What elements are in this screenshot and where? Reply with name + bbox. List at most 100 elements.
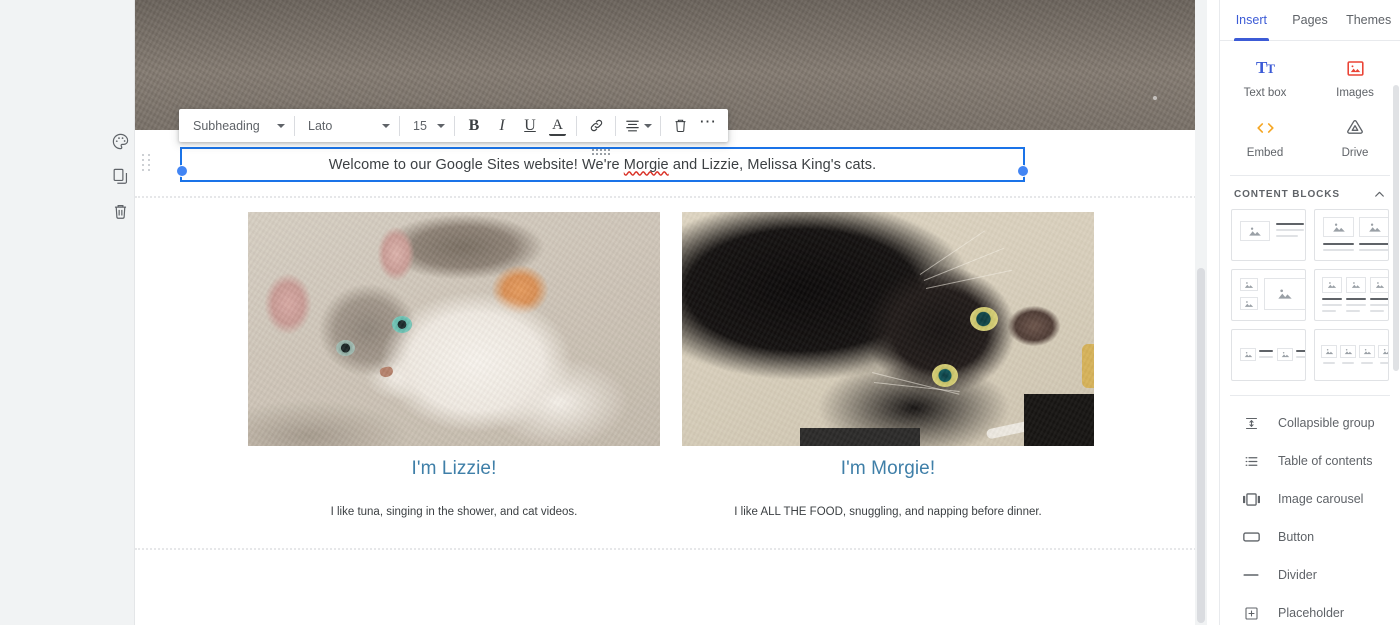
block-line: [1322, 298, 1342, 300]
insert-placeholder[interactable]: Placeholder: [1220, 594, 1400, 625]
left-gutter: [0, 0, 135, 625]
divider-icon: [1242, 572, 1260, 578]
insert-drive-button[interactable]: Drive: [1310, 113, 1400, 163]
block-line: [1322, 310, 1336, 312]
image-placeholder-icon: [1359, 217, 1388, 237]
italic-button[interactable]: I: [488, 112, 516, 140]
toolbar-divider: [294, 115, 295, 136]
banner-highlight: [1153, 96, 1157, 100]
tab-insert[interactable]: Insert: [1222, 0, 1281, 41]
quick-insert-label: Text box: [1243, 87, 1287, 99]
block-line: [1276, 235, 1298, 237]
panel-tabs: Insert Pages Themes: [1220, 0, 1400, 41]
image-placeholder-icon: [1378, 345, 1388, 358]
duplicate-icon[interactable]: [109, 165, 131, 187]
bold-button[interactable]: B: [460, 112, 488, 140]
block-line: [1359, 249, 1388, 251]
drive-icon: [1345, 117, 1365, 139]
canvas-scrollbar-track[interactable]: [1195, 0, 1207, 625]
block-three-images-with-text[interactable]: [1314, 269, 1389, 321]
text-box-icon: TT: [1255, 58, 1275, 77]
insert-image-carousel[interactable]: Image carousel: [1220, 480, 1400, 518]
block-two-images-with-text[interactable]: [1314, 209, 1389, 261]
morgie-photo-art: [682, 212, 1094, 446]
insert-panel: Insert Pages Themes TT Text box Images E…: [1219, 0, 1400, 625]
site-canvas: I'm Lizzie! I like tuna, singing in the …: [135, 0, 1207, 625]
panel-scrollbar-thumb[interactable]: [1393, 85, 1399, 371]
block-two-image-text-pairs-inline[interactable]: [1231, 329, 1306, 381]
insert-images-button[interactable]: Images: [1310, 53, 1400, 103]
block-four-images-with-captions[interactable]: [1314, 329, 1389, 381]
card-caption: I like tuna, singing in the shower, and …: [330, 506, 578, 518]
block-line: [1296, 356, 1305, 358]
paragraph-style-select[interactable]: Subheading: [185, 113, 289, 139]
quick-insert-label: Images: [1336, 87, 1374, 99]
block-line: [1370, 304, 1388, 306]
delete-icon[interactable]: [666, 112, 694, 140]
insert-embed-button[interactable]: Embed: [1220, 113, 1310, 163]
tab-themes[interactable]: Themes: [1339, 0, 1398, 41]
block-line: [1276, 223, 1304, 225]
button-icon: [1242, 531, 1260, 543]
link-icon[interactable]: [582, 112, 610, 140]
block-line: [1359, 243, 1388, 245]
block-drag-handle[interactable]: [142, 154, 152, 174]
quick-insert-label: Embed: [1246, 147, 1284, 159]
block-label: Button: [1278, 530, 1315, 544]
welcome-text-input[interactable]: Welcome to our Google Sites website! We'…: [176, 147, 1029, 182]
cats-section: I'm Lizzie! I like tuna, singing in the …: [135, 212, 1207, 518]
textbox-move-handle[interactable]: [592, 149, 612, 156]
chevron-down-icon: [382, 123, 390, 128]
image-placeholder-icon: [1340, 345, 1356, 358]
section-divider-top: [135, 196, 1207, 198]
image-placeholder-icon: [1240, 221, 1270, 241]
toolbar-divider: [615, 115, 616, 136]
insert-button[interactable]: Button: [1220, 518, 1400, 556]
block-line: [1296, 350, 1305, 352]
card-lizzie: I'm Lizzie! I like tuna, singing in the …: [248, 212, 660, 518]
block-line: [1346, 304, 1366, 306]
block-line: [1370, 310, 1384, 312]
content-blocks-grid: [1220, 209, 1400, 381]
resize-handle-left[interactable]: [176, 165, 188, 177]
canvas-scrollbar-thumb[interactable]: [1197, 268, 1205, 623]
font-size-select[interactable]: 15: [405, 113, 449, 139]
google-sites-editor: I'm Lizzie! I like tuna, singing in the …: [0, 0, 1400, 625]
image-carousel-icon: [1242, 492, 1260, 507]
image-placeholder-icon: [1370, 277, 1388, 293]
images-icon: [1346, 57, 1365, 79]
toolbar-divider: [399, 115, 400, 136]
image-placeholder-icon: [1240, 297, 1258, 310]
block-image-left-text-right[interactable]: [1231, 209, 1306, 261]
block-line: [1259, 350, 1273, 352]
block-two-small-one-large-image[interactable]: [1231, 269, 1306, 321]
image-placeholder-icon: [1321, 345, 1337, 358]
embed-icon: [1255, 117, 1276, 139]
resize-handle-right[interactable]: [1017, 165, 1029, 177]
block-label: Divider: [1278, 568, 1317, 582]
palette-icon[interactable]: [109, 130, 131, 152]
font-family-select[interactable]: Lato: [300, 113, 394, 139]
misspelled-word: Morgie: [623, 156, 669, 173]
insert-text-box-button[interactable]: TT Text box: [1220, 53, 1310, 103]
morgie-cat-photo[interactable]: [682, 212, 1094, 446]
lizzie-cat-photo[interactable]: [248, 212, 660, 446]
underline-button[interactable]: U: [516, 112, 544, 140]
block-line: [1276, 229, 1304, 231]
chevron-up-icon[interactable]: [1373, 188, 1386, 201]
tab-pages[interactable]: Pages: [1281, 0, 1340, 41]
trash-icon[interactable]: [109, 200, 131, 222]
block-line: [1322, 304, 1342, 306]
insert-divider[interactable]: Divider: [1220, 556, 1400, 594]
align-button[interactable]: [621, 112, 655, 140]
block-line: [1323, 243, 1354, 245]
welcome-text-part-2: and Lizzie, Melissa King's cats.: [668, 156, 877, 173]
text-color-button[interactable]: A: [549, 116, 566, 136]
content-blocks-header[interactable]: CONTENT BLOCKS: [1220, 176, 1400, 209]
blocks-list: Collapsible group Table of contents Imag…: [1220, 396, 1400, 625]
insert-table-of-contents[interactable]: Table of contents: [1220, 442, 1400, 480]
more-options-icon[interactable]: ⋯: [694, 112, 722, 140]
block-line: [1323, 362, 1335, 364]
insert-collapsible-group[interactable]: Collapsible group: [1220, 404, 1400, 442]
panel-scrollbar-track[interactable]: [1392, 41, 1400, 625]
